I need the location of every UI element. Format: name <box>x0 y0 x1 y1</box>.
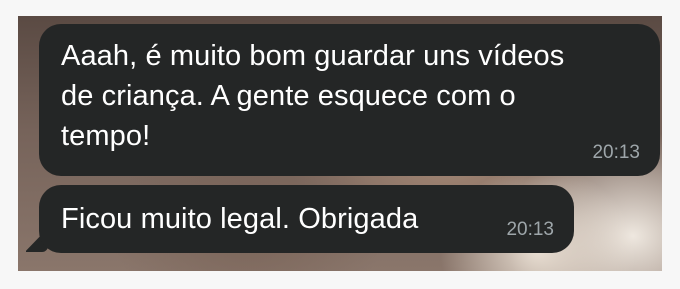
message-bubble[interactable]: Aaah, é muito bom guardar uns vídeos de … <box>39 24 660 176</box>
message-timestamp: 20:13 <box>592 142 640 163</box>
message-text: Ficou muito legal. Obrigada <box>61 203 419 235</box>
message-bubble[interactable]: Ficou muito legal. Obrigada 20:13 <box>39 185 574 253</box>
message-timestamp: 20:13 <box>506 219 554 240</box>
message-text: Aaah, é muito bom guardar uns vídeos de … <box>61 40 565 152</box>
